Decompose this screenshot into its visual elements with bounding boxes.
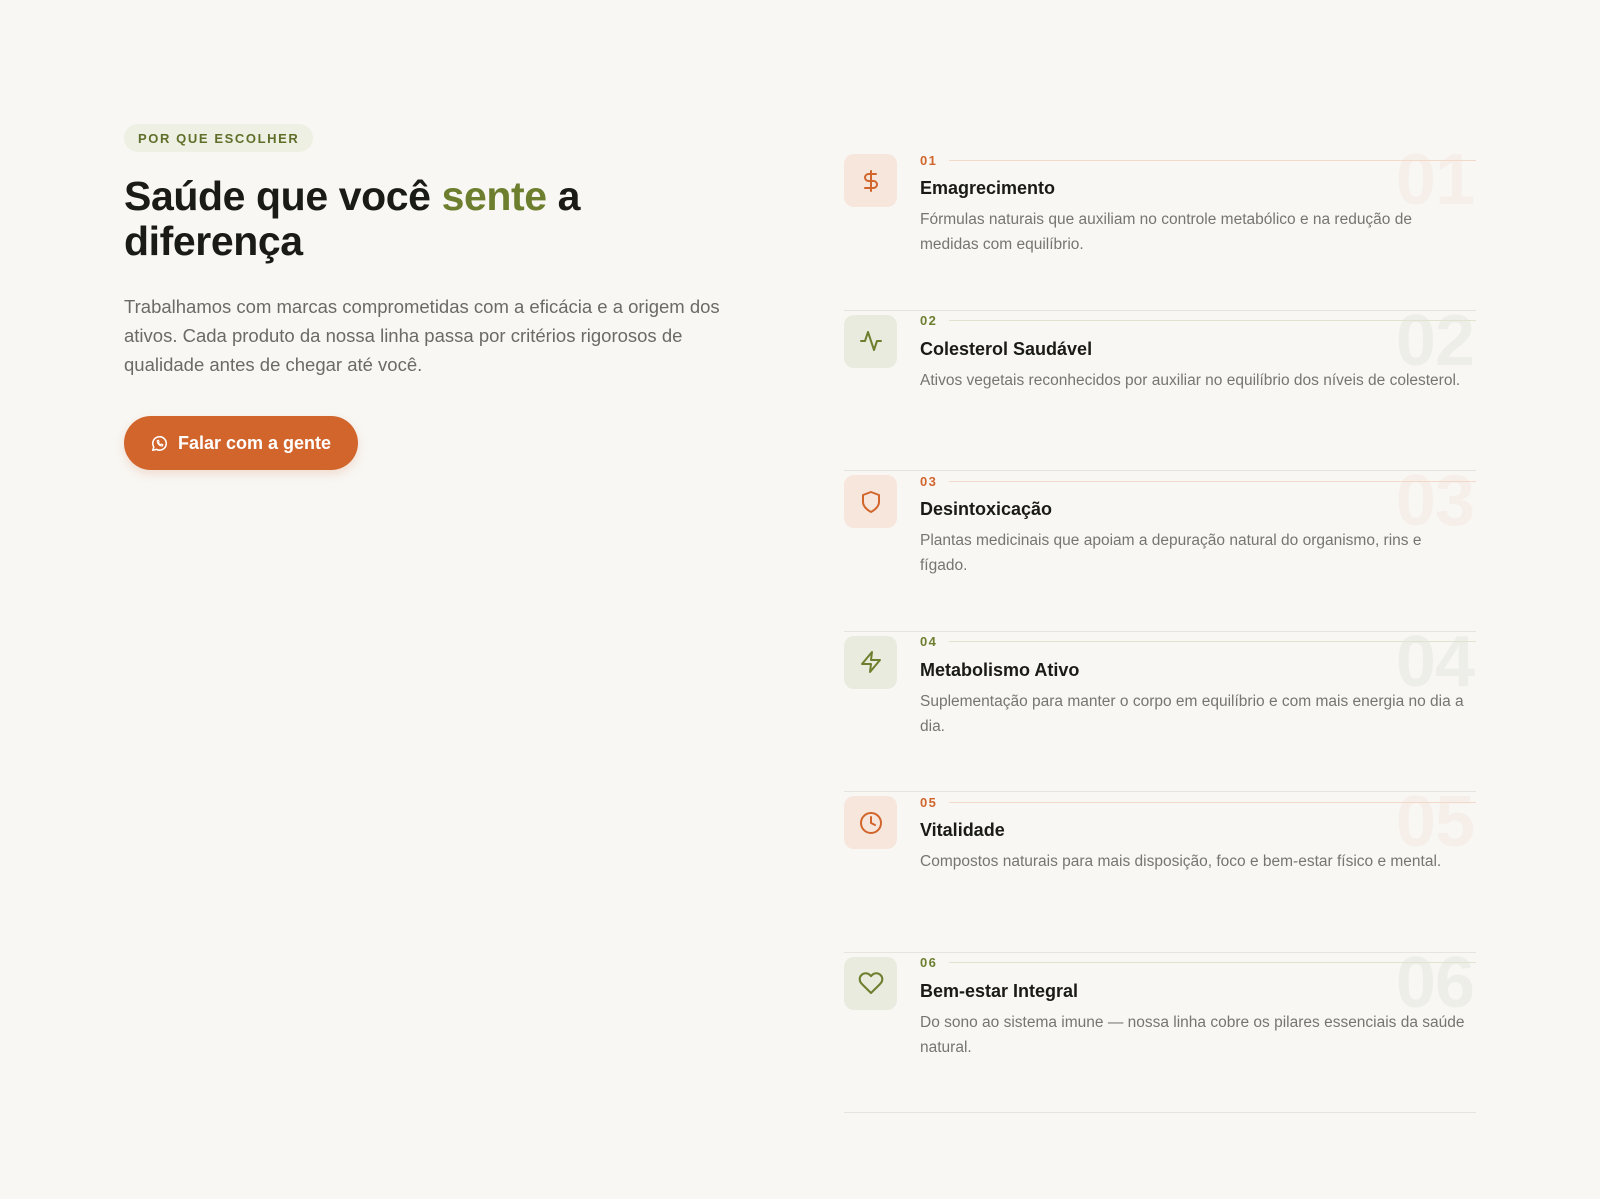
feature-divider xyxy=(949,641,1476,642)
feature-divider xyxy=(949,320,1476,321)
feature-number: 03 xyxy=(920,473,938,489)
headline-accent: sente xyxy=(441,173,548,219)
feature-list: 01 01 Emagrecimento Fórmulas naturais qu… xyxy=(844,144,1476,1113)
intro-column: POR QUE ESCOLHER Saúde que você sente a … xyxy=(124,124,744,470)
feature-number: 05 xyxy=(920,794,938,810)
feature-description: Do sono ao sistema imune — nossa linha c… xyxy=(920,1013,1465,1056)
activity-icon xyxy=(844,314,897,368)
feature-title: Metabolismo Ativo xyxy=(920,659,1080,680)
dollar-icon xyxy=(844,154,897,207)
feature-title: Emagrecimento xyxy=(920,178,1056,198)
feature-title: Desintoxicação xyxy=(920,499,1053,519)
feature-divider xyxy=(949,480,1476,482)
feature-divider xyxy=(949,159,1476,161)
feature-number: 01 xyxy=(920,152,938,168)
contact-button-label: Falar com a gente xyxy=(178,432,332,453)
feature-number: 04 xyxy=(920,634,938,649)
whatsapp-icon xyxy=(150,434,169,453)
clock-icon xyxy=(844,796,897,849)
feature-title: Bem-estar Integral xyxy=(920,980,1079,1001)
section-eyebrow: POR QUE ESCOLHER xyxy=(124,124,314,152)
feature-title: Vitalidade xyxy=(920,820,1005,840)
feature-item: 03 03 Desintoxicação Plantas medicinais … xyxy=(844,465,1476,632)
feature-item: 02 02 Colesterol Saudável Ativos vegetai… xyxy=(844,305,1476,471)
heart-icon xyxy=(844,956,897,1010)
lightning-icon xyxy=(844,635,897,689)
headline-part1: Saúde que você xyxy=(124,173,442,219)
section-headline: Saúde que você sente a diferença xyxy=(124,174,744,264)
feature-number: 06 xyxy=(920,955,938,970)
feature-description: Fórmulas naturais que auxiliam no contro… xyxy=(920,211,1412,253)
feature-description: Plantas medicinais que apoiam a depuraçã… xyxy=(920,532,1422,574)
feature-description: Suplementação para manter o corpo em equ… xyxy=(920,692,1464,735)
why-choose-section: POR QUE ESCOLHER Saúde que você sente a … xyxy=(0,0,1600,1199)
feature-divider xyxy=(949,801,1476,803)
section-lede: Trabalhamos com marcas comprometidas com… xyxy=(124,296,720,375)
feature-item: 01 01 Emagrecimento Fórmulas naturais qu… xyxy=(844,144,1476,311)
feature-divider xyxy=(949,962,1476,963)
feature-item: 05 05 Vitalidade Compostos naturais para… xyxy=(844,786,1476,953)
feature-item: 06 06 Bem-estar Integral Do sono ao sist… xyxy=(844,947,1476,1113)
feature-description: Ativos vegetais reconhecidos por auxilia… xyxy=(920,371,1461,389)
shield-icon xyxy=(844,475,897,528)
feature-description: Compostos naturais para mais disposição,… xyxy=(920,853,1442,870)
feature-title: Colesterol Saudável xyxy=(920,338,1093,359)
feature-item: 04 04 Metabolismo Ativo Suplementação pa… xyxy=(844,626,1476,792)
contact-button[interactable]: Falar com a gente xyxy=(124,416,359,470)
feature-number: 02 xyxy=(920,313,938,328)
